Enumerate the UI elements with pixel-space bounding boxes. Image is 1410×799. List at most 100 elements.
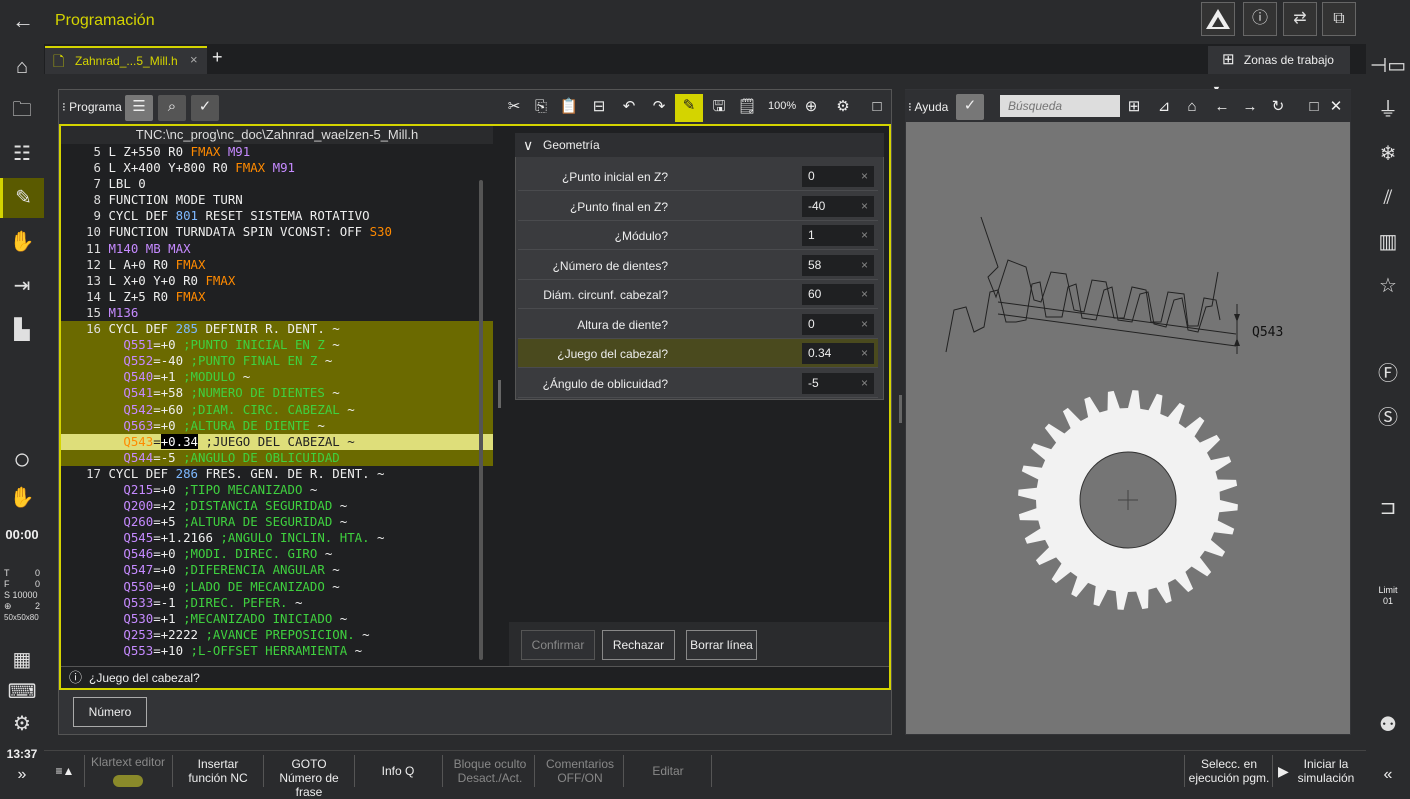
- select-execution-button[interactable]: Selecc. en ejecución pgm.: [1188, 752, 1270, 790]
- machine-axes-icon[interactable]: ▥: [1366, 222, 1410, 262]
- geometry-input[interactable]: 0 ×: [802, 313, 874, 335]
- delete-line-button[interactable]: Borrar línea: [686, 630, 757, 660]
- code-line[interactable]: 9 CYCL DEF 801 RESET SISTEMA ROTATIVO: [61, 208, 493, 224]
- nav-forward-icon[interactable]: →: [1240, 95, 1260, 119]
- info-q-button[interactable]: Info Q: [358, 752, 438, 790]
- code-line[interactable]: Q530=+1 ;MECANIZADO INICIADO ~: [61, 611, 493, 627]
- code-line[interactable]: 5 L Z+550 R0 FMAX M91: [61, 144, 493, 160]
- geometry-input[interactable]: 1 ×: [802, 225, 874, 246]
- nav-back-icon[interactable]: ←: [1212, 95, 1232, 119]
- cut-icon[interactable]: ✂: [503, 95, 525, 119]
- clear-icon[interactable]: ×: [861, 343, 868, 364]
- help-icon[interactable]: ⓘ: [1243, 2, 1277, 36]
- collapse-icon[interactable]: «: [1366, 766, 1410, 784]
- compare-icon[interactable]: ⊟: [586, 95, 612, 119]
- menu-button[interactable]: ≡▲: [50, 752, 80, 790]
- transfer-icon[interactable]: ⇄: [1283, 2, 1317, 36]
- splitter-handle-2[interactable]: [899, 395, 902, 423]
- feed-override-icon[interactable]: Ⓕ: [1366, 354, 1410, 394]
- settings-gear-icon[interactable]: ⚙: [832, 95, 854, 119]
- toggle-switch[interactable]: [113, 775, 143, 787]
- user-icon[interactable]: ⚉: [1366, 705, 1410, 745]
- back-arrow-icon[interactable]: ←: [10, 8, 36, 34]
- code-line[interactable]: 13 L X+0 Y+0 R0 FMAX: [61, 273, 493, 289]
- help-close-icon[interactable]: ✕: [1326, 95, 1346, 119]
- comments-button[interactable]: Comentarios OFF/ON: [538, 752, 622, 790]
- close-tab-icon[interactable]: ×: [190, 52, 198, 67]
- list-view-icon[interactable]: ☰: [125, 95, 153, 121]
- reject-button[interactable]: Rechazar: [602, 630, 675, 660]
- check-icon[interactable]: ✓: [191, 95, 219, 121]
- home-icon[interactable]: ⌂: [0, 47, 44, 87]
- code-line[interactable]: 12 L A+0 R0 FMAX: [61, 257, 493, 273]
- filter-icon[interactable]: ⊿: [1152, 95, 1176, 119]
- refresh-icon[interactable]: ↻: [1268, 95, 1288, 119]
- code-line[interactable]: 16 CYCL DEF 285 DEFINIR R. DENT. ~: [61, 321, 493, 338]
- geometry-input[interactable]: 60 ×: [802, 284, 874, 305]
- clear-icon[interactable]: ×: [861, 373, 868, 394]
- redo-icon[interactable]: ↷: [648, 95, 670, 119]
- machine-icon[interactable]: ▙: [0, 310, 44, 350]
- windows-icon[interactable]: ⧉: [1322, 2, 1356, 36]
- code-line[interactable]: Q553=+10 ;L-OFFSET HERRAMIENTA ~: [61, 643, 493, 659]
- coolant-icon[interactable]: ❄: [1366, 134, 1410, 174]
- search-icon[interactable]: ⌕: [158, 95, 186, 121]
- save-icon[interactable]: 🖫: [708, 95, 730, 119]
- code-line[interactable]: Q546=+0 ;MODI. DIREC. GIRO ~: [61, 546, 493, 562]
- spindle-override-icon[interactable]: Ⓢ: [1366, 398, 1410, 438]
- code-line[interactable]: Q260=+5 ;ALTURA DE SEGURIDAD ~: [61, 514, 493, 530]
- save-as-icon[interactable]: 🗒: [736, 95, 758, 119]
- tool-probe-icon[interactable]: ⏚: [1366, 90, 1410, 130]
- code-line[interactable]: Q540=+1 ;MODULO ~: [61, 369, 493, 386]
- table-icon[interactable]: ☷: [0, 134, 44, 174]
- clear-icon[interactable]: ×: [861, 166, 868, 187]
- number-button[interactable]: Número: [73, 697, 147, 727]
- folder-icon[interactable]: 🗀: [0, 90, 44, 130]
- expand-icon[interactable]: »: [0, 766, 44, 784]
- code-line[interactable]: 10 FUNCTION TURNDATA SPIN VCONST: OFF S3…: [61, 224, 493, 240]
- paste-icon[interactable]: 📋: [558, 95, 580, 119]
- workzones-dropdown[interactable]: ⊞ Zonas de trabajo ▼: [1208, 46, 1350, 94]
- code-line[interactable]: Q543=+0.34 ;JUEGO DEL CABEZAL ~: [61, 433, 493, 450]
- geometry-input[interactable]: 0 ×: [802, 166, 874, 187]
- run-icon[interactable]: ⇥: [0, 266, 44, 306]
- geometry-input[interactable]: 0.34 ×: [802, 343, 874, 364]
- clear-icon[interactable]: ×: [861, 196, 868, 217]
- settings-icon[interactable]: ⚙: [0, 704, 44, 744]
- insert-nc-button[interactable]: Insertar función NC: [178, 752, 258, 790]
- clear-icon[interactable]: ×: [861, 255, 868, 276]
- file-tab[interactable]: 🗋 Zahnrad_...5_Mill.h ×: [45, 46, 207, 74]
- code-line[interactable]: 7 LBL 0: [61, 176, 493, 192]
- code-line[interactable]: Q544=-5 ;ANGULO DE OBLICUIDAD: [61, 449, 493, 466]
- edit-program-icon[interactable]: ✎: [0, 178, 44, 218]
- code-line[interactable]: Q253=+2222 ;AVANCE PREPOSICION. ~: [61, 627, 493, 643]
- edit-button[interactable]: Editar: [626, 752, 710, 790]
- help-home-icon[interactable]: ⌂: [1182, 95, 1202, 119]
- code-editor[interactable]: 5 L Z+550 R0 FMAX M91 6 L X+400 Y+800 R0 …: [61, 144, 493, 666]
- block-hide-button[interactable]: Bloque oculto Desact./Act.: [448, 752, 532, 790]
- hand-icon[interactable]: ✋: [0, 222, 44, 262]
- help-search-input[interactable]: [1000, 95, 1120, 117]
- code-line[interactable]: Q550=+0 ;LADO DE MECANIZADO ~: [61, 579, 493, 595]
- code-line[interactable]: 14 L Z+5 R0 FMAX: [61, 289, 493, 305]
- confirm-button[interactable]: Confirmar: [521, 630, 595, 660]
- edit-mode-icon[interactable]: ✎: [675, 94, 703, 122]
- tool-table-icon[interactable]: ⫽: [1366, 178, 1410, 218]
- code-line[interactable]: Q547=+0 ;DIFERENCIA ANGULAR ~: [61, 562, 493, 578]
- code-line[interactable]: Q551=+0 ;PUNTO INICIAL EN Z ~: [61, 337, 493, 354]
- code-line[interactable]: 8 FUNCTION MODE TURN: [61, 192, 493, 208]
- geometry-header[interactable]: ∨ Geometría: [515, 133, 884, 157]
- undo-icon[interactable]: ↶: [618, 95, 640, 119]
- help-check-icon[interactable]: ✓: [956, 94, 984, 120]
- clear-icon[interactable]: ×: [861, 314, 868, 335]
- favorites-star-icon[interactable]: ☆: [1366, 266, 1410, 306]
- code-line[interactable]: 6 L X+400 Y+800 R0 FMAX M91: [61, 160, 493, 176]
- code-line[interactable]: 15 M136: [61, 305, 493, 321]
- geometry-input[interactable]: -5 ×: [802, 372, 874, 394]
- code-line[interactable]: Q541=+58 ;NUMERO DE DIENTES ~: [61, 385, 493, 402]
- geometry-input[interactable]: -40 ×: [802, 195, 874, 217]
- add-tab-icon[interactable]: +: [212, 47, 223, 68]
- clear-icon[interactable]: ×: [861, 284, 868, 305]
- splitter-handle[interactable]: [498, 380, 501, 408]
- code-line[interactable]: Q200=+2 ;DISTANCIA SEGURIDAD ~: [61, 498, 493, 514]
